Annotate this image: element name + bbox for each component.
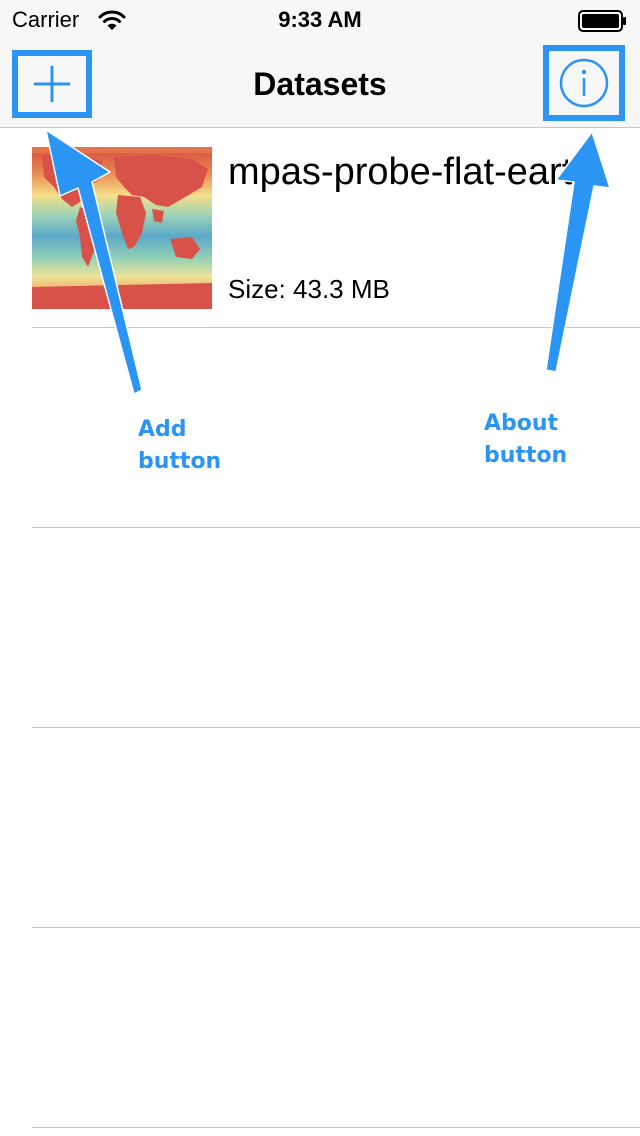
add-callout-line1: Add [138,417,187,442]
dataset-row[interactable]: mpas-probe-flat-earth Size: 43.3 MB [0,128,640,328]
dataset-size: Size: 43.3 MB [228,274,390,304]
screen: Carrier 9:33 AM Datasets mpas-probe-flat… [0,0,640,1136]
clock-time: 9:33 AM [278,7,362,32]
add-button-callout: Add button [138,414,221,478]
status-bar: Carrier 9:33 AM [0,0,640,40]
dataset-thumbnail [32,147,212,309]
empty-row [0,528,640,728]
about-button-callout: About button [484,408,567,472]
navigation-bar: Datasets [0,40,640,128]
add-callout-line2: button [138,449,222,474]
battery-icon [578,10,628,32]
about-button[interactable] [543,45,625,121]
dataset-name: mpas-probe-flat-earth [228,151,594,193]
world-map-thumbnail [32,147,212,309]
about-callout-line2: button [484,443,568,468]
row-separator [32,1127,640,1128]
about-callout-line1: About [484,411,559,436]
empty-row [0,928,640,1128]
empty-row [0,728,640,928]
info-icon [559,58,609,108]
